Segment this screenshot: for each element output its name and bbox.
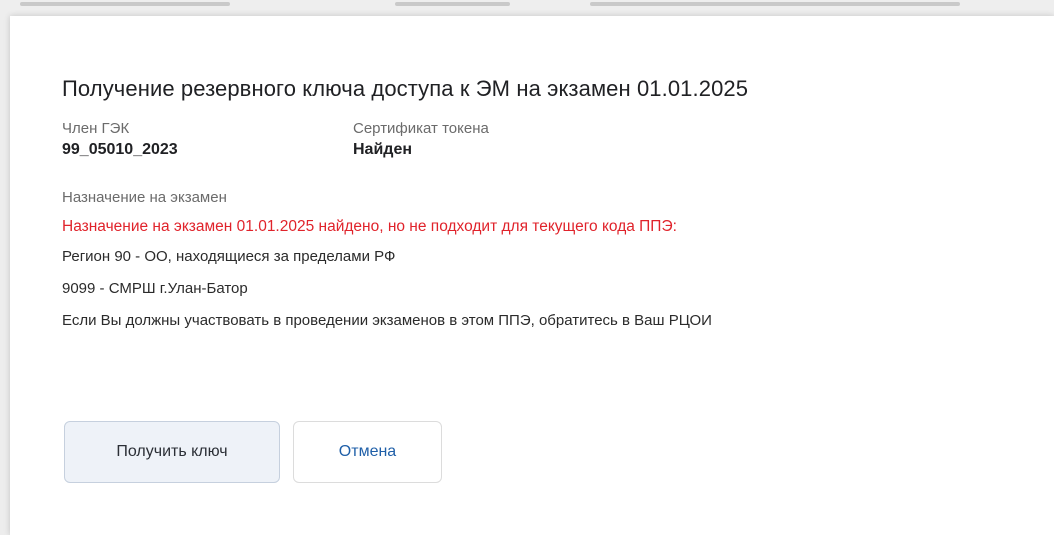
- gek-member-value: 99_05010_2023: [62, 141, 178, 158]
- assignment-region-text: Регион 90 - ОО, находящиеся за пределами…: [62, 248, 396, 265]
- get-key-button-label: Получить ключ: [116, 443, 228, 460]
- exam-assignment-label: Назначение на экзамен: [62, 189, 227, 206]
- get-key-button[interactable]: Получить ключ: [64, 421, 280, 483]
- get-backup-key-dialog: Получение резервного ключа доступа к ЭМ …: [10, 16, 1054, 535]
- background-text-fragment: [20, 2, 230, 6]
- token-certificate-field: Сертификат токена Найден: [353, 119, 489, 161]
- gek-member-label: Член ГЭК: [62, 120, 130, 137]
- assignment-advice-text: Если Вы должны участвовать в проведении …: [62, 312, 712, 329]
- background-text-fragment: [590, 2, 960, 6]
- gek-member-field: Член ГЭК 99_05010_2023: [62, 119, 178, 161]
- cancel-button-label: Отмена: [338, 443, 397, 460]
- dialog-title: Получение резервного ключа доступа к ЭМ …: [62, 76, 749, 101]
- cancel-button[interactable]: Отмена: [293, 421, 442, 483]
- token-certificate-value: Найден: [353, 141, 413, 158]
- background-text-fragment: [395, 2, 510, 6]
- assignment-ppe-text: 9099 - СМРШ г.Улан-Батор: [62, 280, 248, 297]
- assignment-warning-text: Назначение на экзамен 01.01.2025 найдено…: [62, 218, 677, 235]
- token-certificate-label: Сертификат токена: [353, 120, 489, 137]
